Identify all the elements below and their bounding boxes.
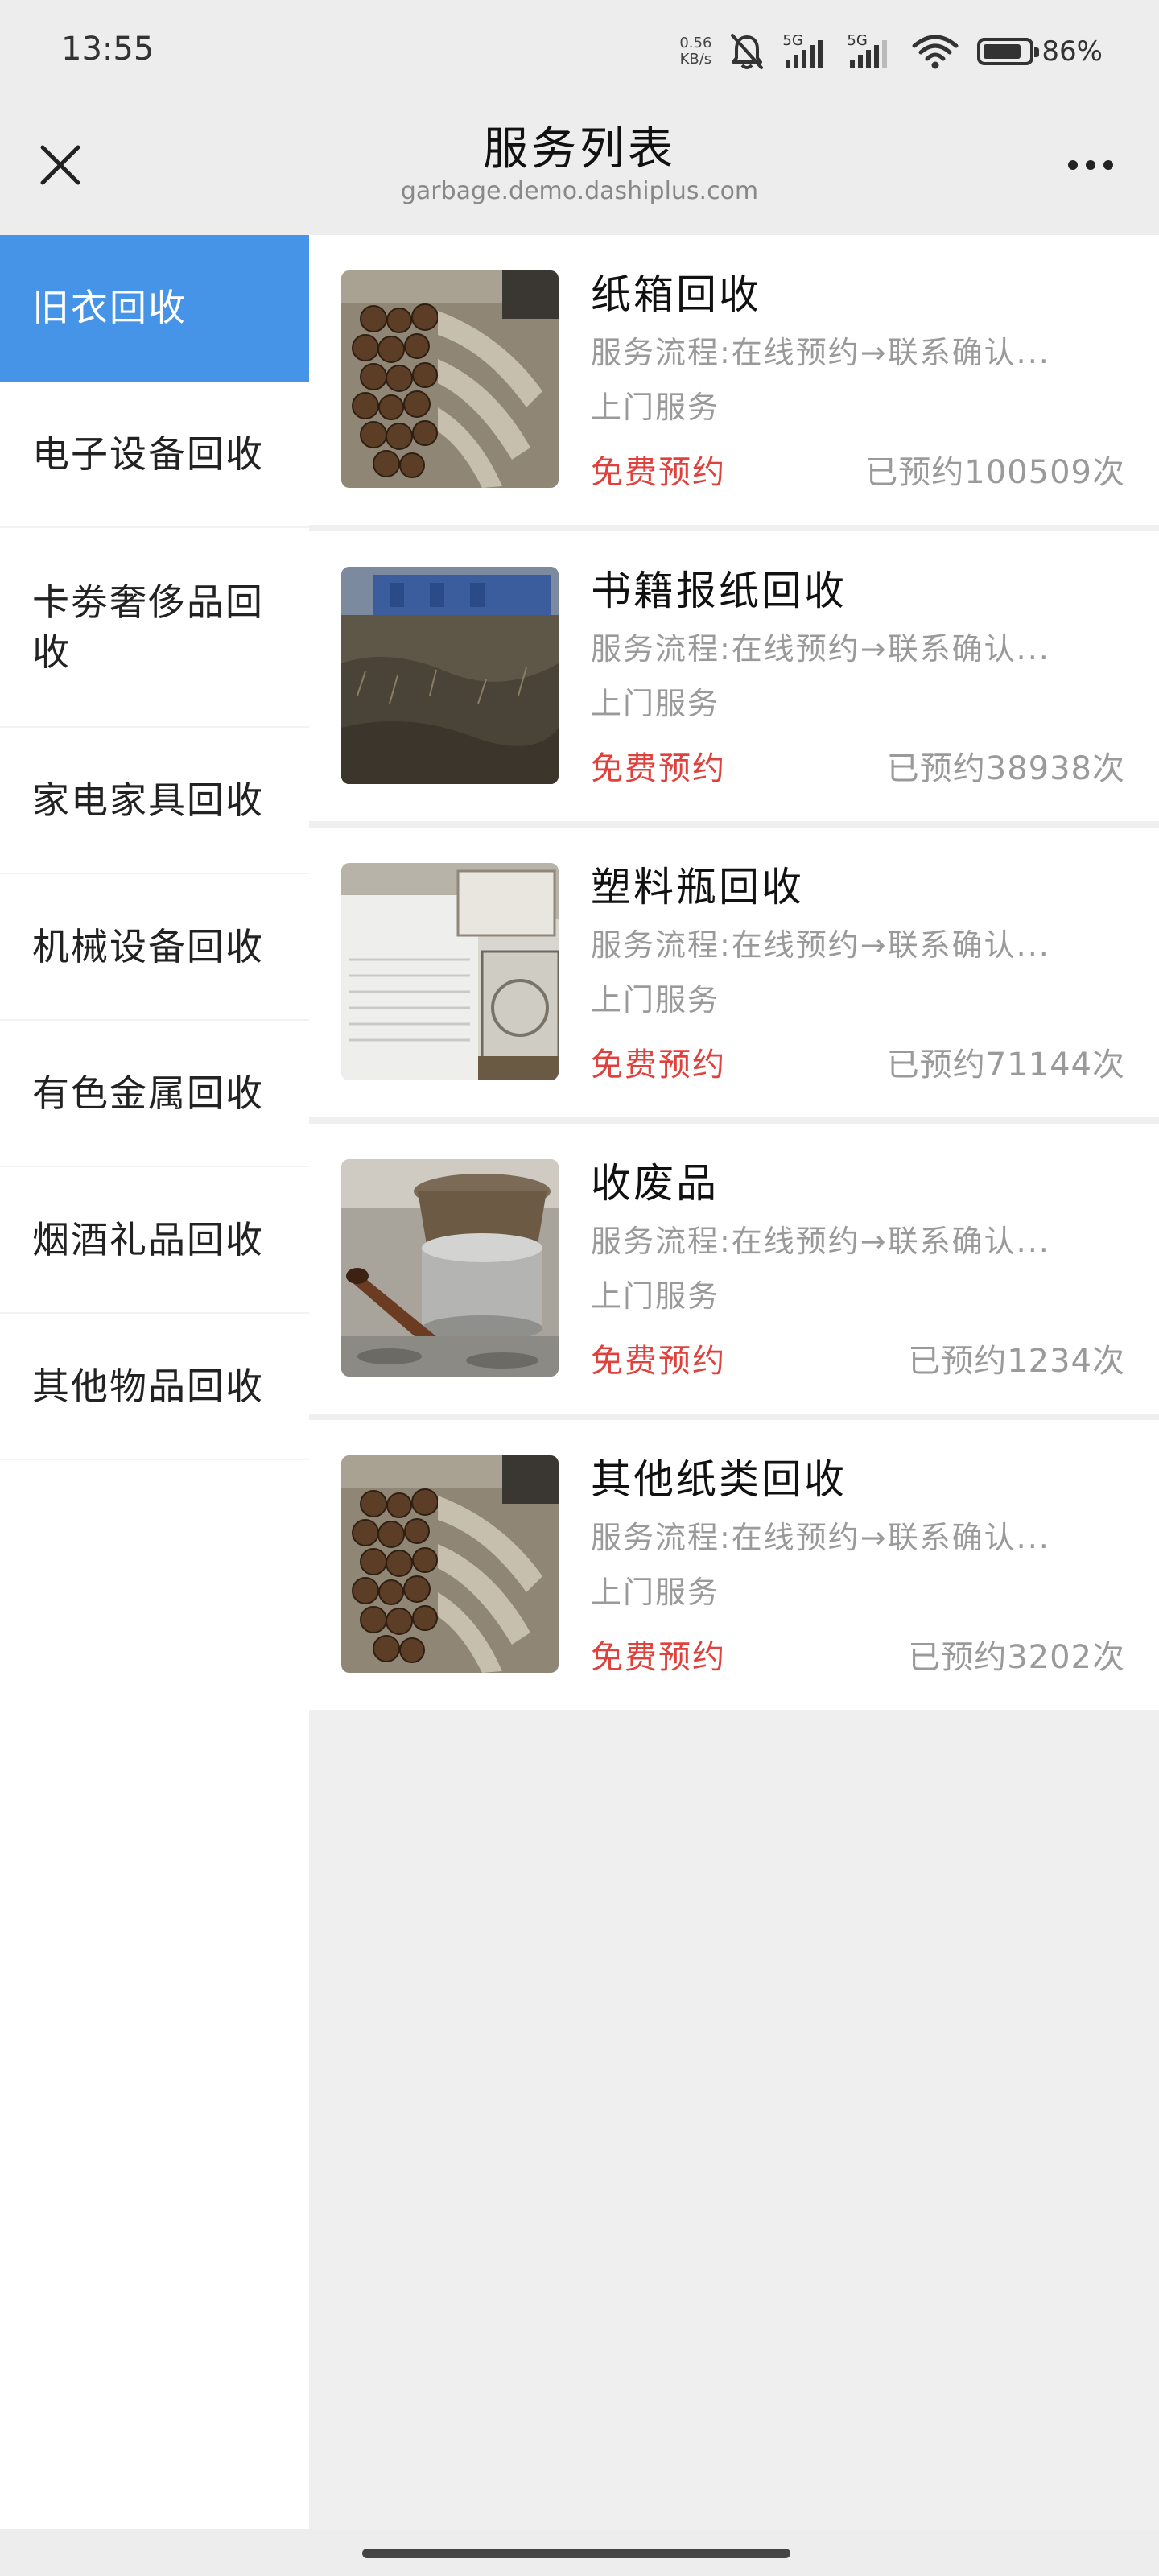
sidebar-item-clothes[interactable]: 旧衣回收 (0, 235, 309, 382)
free-booking-link[interactable]: 免费预约 (591, 1038, 726, 1085)
free-booking-link[interactable]: 免费预约 (591, 742, 726, 789)
sidebar-item-label: 家电家具回收 (32, 778, 264, 822)
service-desc-line1: 服务流程:在线预约→联系确认... (591, 631, 1050, 667)
service-desc-line2: 上门服务 (591, 390, 720, 425)
booking-count: 已预约3202次 (908, 1639, 1125, 1676)
more-icon (1103, 160, 1113, 170)
sidebar-item-others[interactable]: 其他物品回收 (0, 1314, 309, 1460)
service-thumbnail (341, 1455, 559, 1673)
battery-fill (984, 44, 1021, 59)
signal-icon: 5G (847, 32, 893, 69)
signal-icon: 5G (782, 32, 829, 69)
wifi-icon (911, 33, 959, 70)
service-title: 塑料瓶回收 (591, 864, 804, 910)
service-card[interactable]: 收废品 服务流程:在线预约→联系确认... 上门服务 免费预约 已预约1234次 (309, 1124, 1159, 1414)
service-desc-line1: 服务流程:在线预约→联系确认... (591, 335, 1050, 370)
sidebar-item-luxury[interactable]: 卡劵奢侈品回收 (0, 528, 309, 728)
service-title: 纸箱回收 (591, 271, 761, 318)
service-card[interactable]: 其他纸类回收 服务流程:在线预约→联系确认... 上门服务 免费预约 已预约32… (309, 1420, 1159, 1710)
sidebar-item-label: 卡劵奢侈品回收 (32, 580, 264, 674)
service-card[interactable]: 塑料瓶回收 服务流程:在线预约→联系确认... 上门服务 免费预约 已预约711… (309, 828, 1159, 1117)
signal-1-label: 5G (782, 32, 803, 49)
status-icons: 0.56 KB/s 5G 5G 86% (679, 27, 1103, 76)
service-desc-line1: 服务流程:在线预约→联系确认... (591, 1520, 1050, 1555)
service-desc-line2: 上门服务 (591, 686, 720, 721)
sidebar-item-label: 旧衣回收 (32, 286, 187, 329)
sidebar-item-label: 有色金属回收 (32, 1071, 264, 1115)
service-desc-line2: 上门服务 (591, 1278, 720, 1314)
page-title: 服务列表 (483, 123, 676, 175)
free-booking-link[interactable]: 免费预约 (591, 1335, 726, 1381)
service-desc-line1: 服务流程:在线预约→联系确认... (591, 1224, 1050, 1259)
status-bar: 13:55 0.56 KB/s 5G 5G 86% (0, 0, 1159, 97)
service-thumbnail (341, 270, 559, 488)
page-url: garbage.demo.dashiplus.com (400, 177, 759, 205)
sidebar-item-gifts[interactable]: 烟酒礼品回收 (0, 1167, 309, 1314)
home-indicator[interactable] (362, 2549, 790, 2558)
service-description: 服务流程:在线预约→联系确认... 上门服务 (591, 621, 1122, 731)
free-booking-link[interactable]: 免费预约 (591, 1631, 726, 1678)
network-speed-value: 0.56 (679, 35, 712, 52)
sidebar-item-label: 机械设备回收 (32, 925, 264, 968)
service-thumbnail (341, 863, 559, 1080)
service-title: 收废品 (591, 1160, 719, 1207)
sidebar-item-label: 电子设备回收 (32, 432, 264, 476)
service-list: 纸箱回收 服务流程:在线预约→联系确认... 上门服务 免费预约 已预约1005… (309, 235, 1159, 1716)
booking-count: 已预约71144次 (886, 1046, 1125, 1084)
booking-count: 已预约1234次 (908, 1343, 1125, 1380)
status-time: 13:55 (61, 31, 155, 68)
category-sidebar: 旧衣回收 电子设备回收 卡劵奢侈品回收 家电家具回收 机械设备回收 有色金属回收… (0, 235, 309, 2529)
service-description: 服务流程:在线预约→联系确认... 上门服务 (591, 1510, 1122, 1620)
service-desc-line2: 上门服务 (591, 1575, 720, 1610)
network-speed: 0.56 KB/s (679, 35, 711, 68)
service-desc-line1: 服务流程:在线预约→联系确认... (591, 927, 1050, 963)
title-bar: 服务列表 garbage.demo.dashiplus.com (0, 97, 1159, 235)
sidebar-item-electronics[interactable]: 电子设备回收 (0, 382, 309, 528)
service-thumbnail (341, 1159, 559, 1377)
booking-count: 已预约38938次 (886, 750, 1125, 787)
more-icon (1086, 160, 1095, 170)
service-thumbnail (341, 567, 559, 784)
sidebar-item-label: 烟酒礼品回收 (32, 1218, 264, 1261)
service-title: 书籍报纸回收 (591, 568, 847, 614)
battery-icon (977, 38, 1040, 65)
booking-count: 已预约100509次 (865, 454, 1125, 491)
battery-percent: 86% (1041, 35, 1103, 68)
free-booking-link[interactable]: 免费预约 (591, 446, 726, 493)
service-desc-line2: 上门服务 (591, 982, 720, 1018)
service-description: 服务流程:在线预约→联系确认... 上门服务 (591, 325, 1122, 435)
gesture-bar (0, 2529, 1159, 2576)
sidebar-item-machinery[interactable]: 机械设备回收 (0, 874, 309, 1021)
sidebar-item-appliances[interactable]: 家电家具回收 (0, 728, 309, 874)
more-button[interactable] (1054, 145, 1127, 185)
service-card[interactable]: 书籍报纸回收 服务流程:在线预约→联系确认... 上门服务 免费预约 已预约38… (309, 531, 1159, 821)
sidebar-item-metals[interactable]: 有色金属回收 (0, 1021, 309, 1167)
service-description: 服务流程:在线预约→联系确认... 上门服务 (591, 1214, 1122, 1323)
bell-muted-icon (729, 32, 765, 71)
more-icon (1068, 160, 1078, 170)
battery-indicator: 86% (977, 35, 1103, 68)
signal-2-label: 5G (847, 32, 868, 49)
sidebar-item-label: 其他物品回收 (32, 1364, 264, 1408)
service-description: 服务流程:在线预约→联系确认... 上门服务 (591, 918, 1122, 1027)
service-card[interactable]: 纸箱回收 服务流程:在线预约→联系确认... 上门服务 免费预约 已预约1005… (309, 235, 1159, 525)
service-title: 其他纸类回收 (591, 1456, 847, 1503)
network-speed-unit: KB/s (679, 51, 712, 68)
